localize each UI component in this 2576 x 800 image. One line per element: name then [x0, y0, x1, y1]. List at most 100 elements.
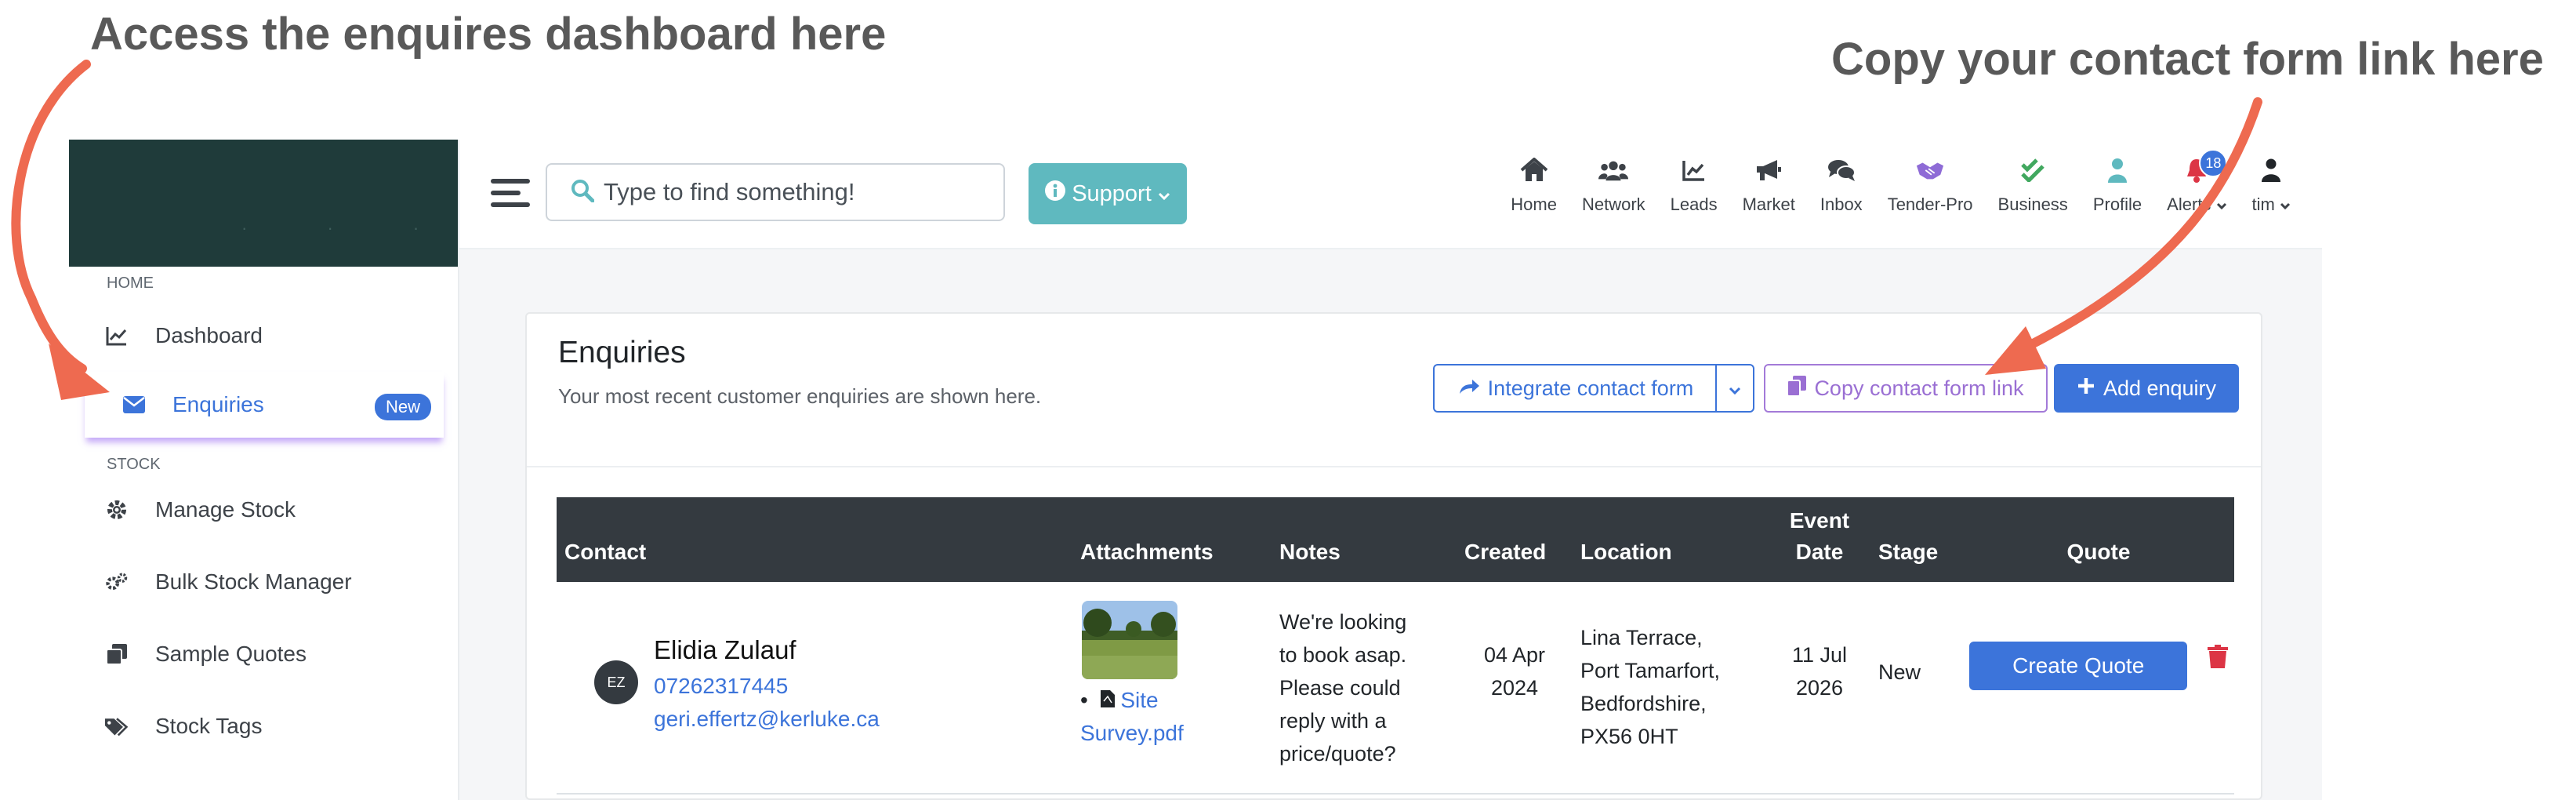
- nav-label: Leads: [1670, 195, 1718, 214]
- contact-cell: EZ Elidia Zulauf 07262317445 geri.effert…: [557, 582, 1072, 794]
- nav-label: tim: [2252, 195, 2291, 215]
- nav-inbox[interactable]: Inbox: [1820, 155, 1863, 215]
- hamburger-menu-icon[interactable]: [491, 179, 530, 210]
- chevron-down-icon: [2280, 202, 2291, 210]
- search-box[interactable]: [546, 163, 1005, 221]
- integrate-contact-form-button[interactable]: Integrate contact form: [1433, 364, 1717, 413]
- sidebar-section-stock: STOCK: [107, 456, 161, 473]
- sidebar-item-label: Manage Stock: [155, 497, 296, 522]
- bell-icon: 18: [2182, 149, 2228, 185]
- sidebar-item-manage-stock[interactable]: Manage Stock: [69, 474, 458, 546]
- brand-logo-area: · · ·: [69, 140, 458, 267]
- page-subtitle: Your most recent customer enquiries are …: [558, 384, 1042, 408]
- col-created[interactable]: Created: [1457, 497, 1573, 582]
- chevron-down-icon: [1729, 376, 1741, 401]
- sidebar-item-label: Bulk Stock Manager: [155, 569, 352, 594]
- add-enquiry-button[interactable]: Add enquiry: [2054, 364, 2239, 413]
- megaphone-icon: [1754, 155, 1783, 185]
- integrate-dropdown-toggle[interactable]: [1715, 364, 1754, 413]
- nav-alerts[interactable]: 18 Alerts: [2167, 149, 2228, 215]
- support-button[interactable]: Support: [1029, 163, 1187, 224]
- copy-contact-form-link-button[interactable]: Copy contact form link: [1764, 364, 2048, 413]
- chevron-down-icon: [1158, 181, 1170, 207]
- nav-label: Market: [1742, 195, 1795, 214]
- nav-network[interactable]: Network: [1582, 155, 1645, 215]
- copy-icon: [1787, 375, 1807, 402]
- copy-icon: [105, 642, 129, 666]
- col-quote[interactable]: Quote: [1963, 497, 2234, 582]
- contact-name: Elidia Zulauf: [654, 635, 796, 664]
- table-row[interactable]: EZ Elidia Zulauf 07262317445 geri.effert…: [557, 582, 2234, 794]
- list-bullet: •: [1080, 688, 1088, 712]
- attachment-link[interactable]: • Site Survey.pdf: [1080, 684, 1272, 750]
- nav-label: Inbox: [1820, 195, 1863, 214]
- add-label: Add enquiry: [2103, 376, 2217, 400]
- quote-cell: Create Quote: [1963, 582, 2234, 794]
- contact-email-link[interactable]: geri.effertz@kerluke.ca: [654, 703, 880, 736]
- sidebar-item-stock-tags[interactable]: Stock Tags: [69, 690, 458, 762]
- sidebar-section-home: HOME: [107, 274, 154, 292]
- sidebar-item-label: Enquiries: [172, 392, 264, 416]
- gear-icon: [105, 498, 129, 522]
- plus-icon: [2077, 376, 2095, 401]
- enquiries-table: Contact Attachments Notes Created Locati…: [557, 497, 2234, 795]
- sidebar-item-bulk-stock-manager[interactable]: Bulk Stock Manager: [69, 546, 458, 618]
- event-date-cell: 11 Jul 2026: [1791, 643, 1848, 700]
- col-contact[interactable]: Contact: [557, 497, 1072, 582]
- gears-icon: [105, 570, 129, 594]
- notes-cell: We're looking to book asap. Please could…: [1279, 610, 1407, 765]
- trash-icon[interactable]: [2207, 645, 2228, 678]
- handshake-icon: [1915, 155, 1945, 185]
- info-icon: [1045, 180, 1066, 207]
- nav-label: Network: [1581, 195, 1645, 214]
- nav-market[interactable]: Market: [1743, 155, 1795, 215]
- chart-line-icon: [105, 324, 129, 347]
- contact-phone-link[interactable]: 07262317445: [654, 670, 788, 703]
- create-quote-button[interactable]: Create Quote: [1969, 642, 2188, 690]
- col-attachments[interactable]: Attachments: [1072, 497, 1272, 582]
- sidebar-item-dashboard[interactable]: Dashboard: [69, 300, 458, 372]
- nav-profile[interactable]: Profile: [2093, 155, 2142, 215]
- nav-user[interactable]: tim: [2252, 155, 2291, 215]
- created-cell: 04 Apr 2024: [1483, 643, 1546, 700]
- nav-home[interactable]: Home: [1511, 155, 1557, 215]
- comments-icon: [1827, 155, 1856, 185]
- sidebar-item-label: Dashboard: [155, 323, 263, 347]
- sidebar: · · · HOME Dashboard Enquiries New STOCK…: [69, 140, 459, 800]
- double-check-icon: [2018, 155, 2048, 185]
- location-cell: Lina Terrace, Port Tamarfort, Bedfordshi…: [1580, 626, 1721, 748]
- nav-label: Home: [1511, 195, 1557, 214]
- nav-business[interactable]: Business: [1998, 155, 2068, 215]
- sidebar-item-sample-quotes[interactable]: Sample Quotes: [69, 618, 458, 690]
- chevron-down-icon: [2216, 202, 2226, 210]
- brand-logo-dots: · · ·: [241, 218, 457, 238]
- nav-tender-pro[interactable]: Tender-Pro: [1888, 155, 1973, 215]
- page-title: Enquiries: [558, 336, 686, 369]
- sidebar-item-enquiries[interactable]: Enquiries New: [85, 372, 444, 438]
- nav-label: Tender-Pro: [1887, 195, 1973, 214]
- pdf-file-icon: [1100, 688, 1115, 712]
- col-location[interactable]: Location: [1573, 497, 1769, 582]
- users-icon: [1598, 155, 1629, 185]
- attachment-thumbnail[interactable]: [1082, 601, 1177, 679]
- nav-label: Alerts: [2167, 195, 2226, 215]
- topbar: Support Home Network Leads Market Inbox …: [459, 140, 2322, 249]
- col-stage[interactable]: Stage: [1870, 497, 1963, 582]
- card-header: Enquiries Your most recent customer enqu…: [527, 314, 2261, 467]
- envelope-icon: [122, 393, 146, 416]
- integrate-label: Integrate contact form: [1487, 376, 1694, 400]
- nav-leads[interactable]: Leads: [1671, 155, 1718, 215]
- main-content: Enquiries Your most recent customer enqu…: [459, 249, 2322, 800]
- col-event-date[interactable]: Event Date: [1769, 497, 1870, 582]
- top-nav: Home Network Leads Market Inbox Tender-P…: [1486, 149, 2291, 215]
- new-badge: New: [374, 394, 431, 420]
- tags-icon: [105, 715, 129, 738]
- nav-label: Business: [1997, 195, 2068, 214]
- search-icon: [571, 179, 595, 206]
- user-icon: [2103, 155, 2132, 185]
- search-input[interactable]: [604, 178, 980, 206]
- alerts-count-badge: 18: [2199, 149, 2228, 177]
- annotation-dashboard: Access the enquires dashboard here: [90, 9, 887, 60]
- col-notes[interactable]: Notes: [1272, 497, 1457, 582]
- user-icon: [2256, 155, 2286, 185]
